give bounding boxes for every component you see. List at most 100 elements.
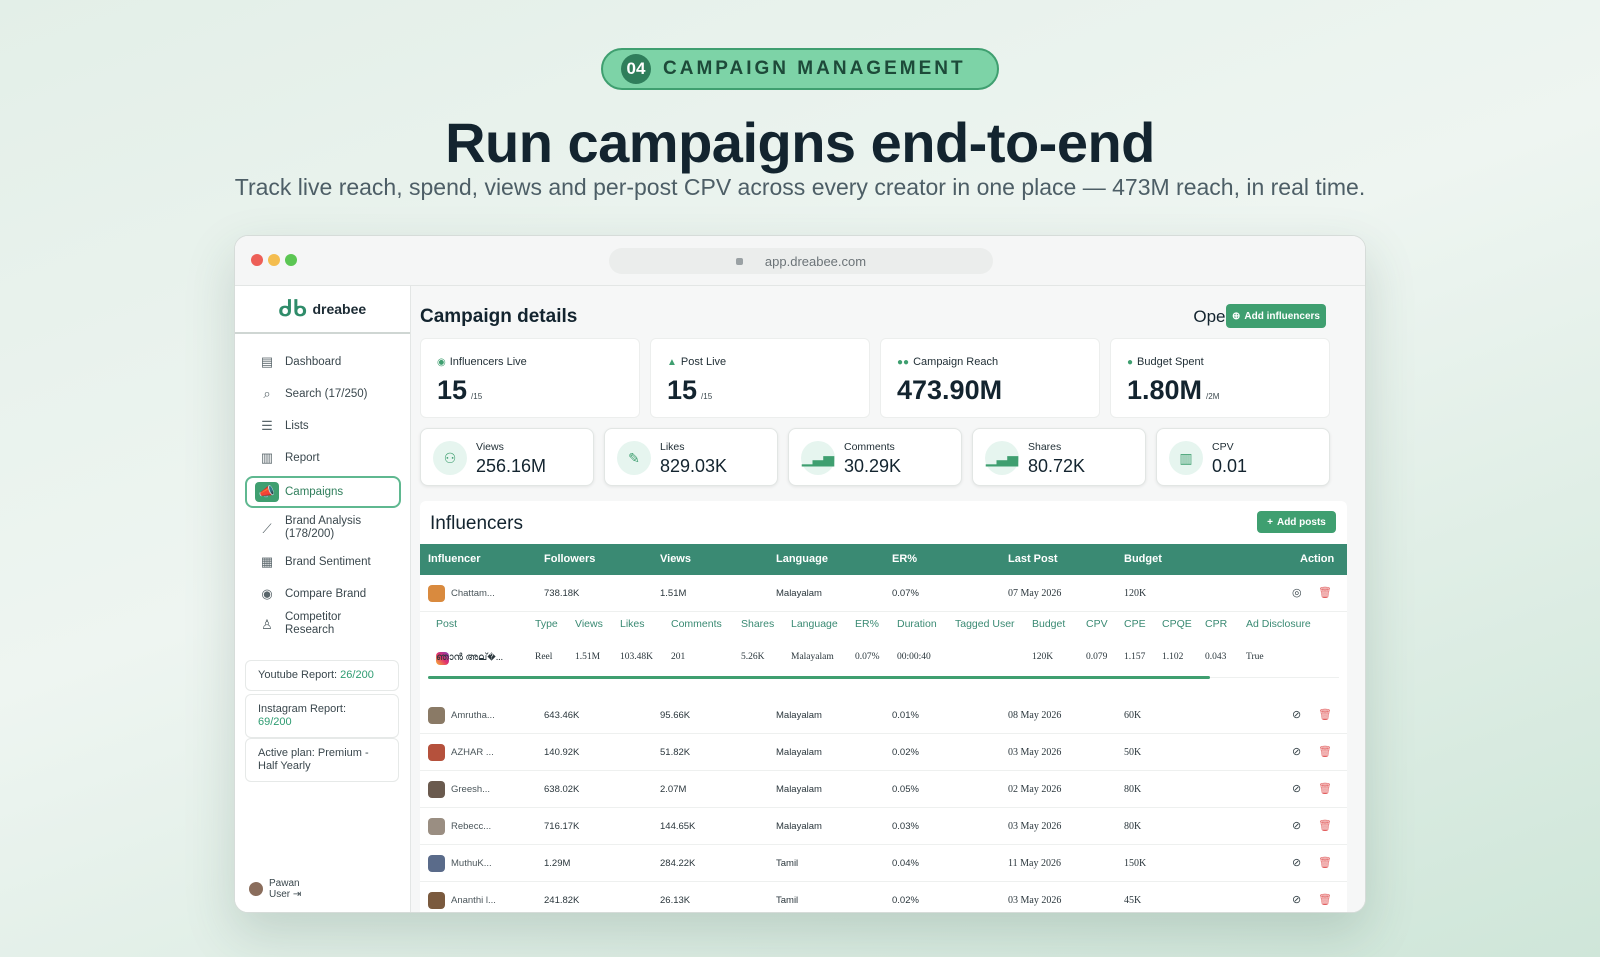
column-header[interactable]: Last Post xyxy=(1008,544,1058,575)
eye-off-icon[interactable]: ⊘ xyxy=(1292,882,1301,912)
stat-card-campaign-reach: ●● Campaign Reach 473.90M xyxy=(880,338,1100,418)
views-cell: 1.51M xyxy=(660,588,687,599)
budget-cell: 150K xyxy=(1124,858,1147,869)
metric-value: 30.29K xyxy=(844,456,902,476)
sidebar-item-competitor-research[interactable]: ♙ Competitor Research xyxy=(245,610,401,638)
column-header: Likes xyxy=(620,618,645,630)
views-cell: 26.13K xyxy=(660,895,691,906)
eye-off-icon[interactable]: ⊘ xyxy=(1292,845,1301,882)
metric-card-cpv: ▥ CPV 0.01 xyxy=(1156,428,1330,486)
app-logo[interactable]: ᑯᑲ dreabee xyxy=(235,286,410,334)
table-row[interactable]: Ananthi l... 241.82K 26.13K Tamil 0.02% … xyxy=(420,882,1347,912)
trash-icon[interactable]: 🗑 xyxy=(1318,845,1332,882)
sidebar-item-compare-brand[interactable]: ◉ Compare Brand xyxy=(245,582,401,606)
logout-icon[interactable]: ⇥ xyxy=(293,889,301,900)
column-header[interactable]: Language xyxy=(776,544,828,575)
stat-suffix: /15 xyxy=(471,392,483,401)
table-row[interactable]: MuthuK... 1.29M 284.22K Tamil 0.04% 11 M… xyxy=(420,845,1347,882)
sidebar-item-label: Brand Analysis (178/200) xyxy=(285,515,362,540)
lock-icon xyxy=(735,257,743,265)
sidebar-item-campaigns[interactable]: 📣 Campaigns xyxy=(245,476,401,508)
metric-label: Views xyxy=(476,441,504,453)
column-header[interactable]: ER% xyxy=(892,544,917,575)
close-window-dot[interactable] xyxy=(251,254,263,266)
dashboard-icon: ▤ xyxy=(260,354,274,369)
add-user-icon: ⊕ xyxy=(1232,310,1241,322)
avatar xyxy=(428,744,445,761)
post-row[interactable]: ഞാൻ അല്�... Reel 1.51M 103.48K 201 5.26K… xyxy=(428,652,1339,672)
trash-icon[interactable]: 🗑 xyxy=(1318,697,1332,734)
minimize-window-dot[interactable] xyxy=(268,254,280,266)
sidebar-item-dashboard[interactable]: ▤ Dashboard xyxy=(245,350,401,374)
post-cpr: 0.043 xyxy=(1205,652,1227,662)
sidebar-item-label: Competitor Research xyxy=(285,611,342,636)
sidebar-item-report[interactable]: ▥ Report xyxy=(245,446,401,470)
metric-card-shares: ▁▃▅ Shares 80.72K xyxy=(972,428,1146,486)
research-icon: ♙ xyxy=(261,616,273,632)
add-influencers-button[interactable]: ⊕ Add influencers xyxy=(1226,304,1326,328)
avatar xyxy=(428,818,445,835)
trash-icon[interactable]: 🗑 xyxy=(1318,734,1332,771)
maximize-window-dot[interactable] xyxy=(285,254,297,266)
sidebar-item-brand-sentiment[interactable]: ▦ Brand Sentiment xyxy=(245,550,401,574)
trash-icon[interactable]: 🗑 xyxy=(1318,808,1332,845)
post-shares: 5.26K xyxy=(741,652,765,662)
table-row[interactable]: Chattam... 738.18K 1.51M Malayalam 0.07%… xyxy=(420,575,1347,612)
column-header[interactable]: Views xyxy=(660,544,691,575)
trash-icon[interactable]: 🗑 xyxy=(1318,771,1332,808)
url-bar[interactable]: app.dreabee.com xyxy=(609,248,993,274)
followers-cell: 241.82K xyxy=(544,895,580,906)
column-header[interactable]: Influencer xyxy=(428,544,481,575)
er-cell: 0.03% xyxy=(892,821,919,832)
post-ad-disclosure: True xyxy=(1246,652,1264,662)
post-cpqe: 1.102 xyxy=(1162,652,1184,662)
sidebar-item-search[interactable]: ⌕ Search (17/250) xyxy=(245,382,401,406)
column-header[interactable]: Followers xyxy=(544,544,595,575)
user-profile[interactable]: Pawan User ⇥ xyxy=(249,878,301,900)
budget-cell: 80K xyxy=(1124,784,1142,795)
section-badge: 04 CAMPAIGN MANAGEMENT xyxy=(601,48,999,90)
trash-icon[interactable]: 🗑 xyxy=(1318,575,1332,612)
followers-cell: 140.92K xyxy=(544,747,580,758)
stat-card-post-live: ▲ Post Live 15/15 xyxy=(650,338,870,418)
add-posts-button[interactable]: + Add posts xyxy=(1257,511,1336,533)
metric-card-views: ⚇ Views 256.16M xyxy=(420,428,594,486)
table-row[interactable]: Greesh... 638.02K 2.07M Malayalam 0.05% … xyxy=(420,771,1347,808)
bar-chart-icon: ▁▃▅ xyxy=(985,441,1019,475)
eye-off-icon[interactable]: ⊘ xyxy=(1292,808,1301,845)
last-post-cell: 02 May 2026 xyxy=(1008,784,1062,795)
logo-icon: ᑯᑲ xyxy=(278,296,307,321)
post-title[interactable]: ഞാൻ അല്�... xyxy=(436,652,503,663)
eye-off-icon[interactable]: ⊘ xyxy=(1292,734,1301,771)
column-header: Post xyxy=(436,618,458,630)
table-row[interactable]: Amrutha... 643.46K 95.66K Malayalam 0.01… xyxy=(420,697,1347,734)
last-post-cell: 11 May 2026 xyxy=(1008,858,1061,869)
url-text: app.dreabee.com xyxy=(764,253,867,269)
plus-icon: + xyxy=(1267,516,1273,528)
add-posts-label: Add posts xyxy=(1276,516,1326,528)
column-header[interactable]: Budget xyxy=(1124,544,1162,575)
language-cell: Malayalam xyxy=(776,710,822,721)
followers-cell: 716.17K xyxy=(544,821,580,832)
eye-icon: ◉ xyxy=(437,356,446,368)
trash-icon[interactable]: 🗑 xyxy=(1318,882,1332,912)
avatar xyxy=(428,585,445,602)
budget-cell: 60K xyxy=(1124,710,1142,721)
horizontal-scrollbar[interactable] xyxy=(428,676,1210,679)
hero-subtitle: Track live reach, spend, views and per-p… xyxy=(234,174,1366,200)
language-cell: Malayalam xyxy=(776,821,822,832)
sidebar-item-brand-analysis[interactable]: ⟋ Brand Analysis (178/200) xyxy=(245,514,401,542)
influencer-name: MuthuK... xyxy=(451,858,492,869)
followers-cell: 643.46K xyxy=(544,710,580,721)
table-row[interactable]: AZHAR ... 140.92K 51.82K Malayalam 0.02%… xyxy=(420,734,1347,771)
eye-off-icon[interactable]: ⊘ xyxy=(1292,771,1301,808)
table-row[interactable]: Rebecc... 716.17K 144.65K Malayalam 0.03… xyxy=(420,808,1347,845)
sidebar-item-lists[interactable]: ☰ Lists xyxy=(245,414,401,438)
eye-icon[interactable]: ◎ xyxy=(1292,575,1302,612)
post-language: Malayalam xyxy=(791,652,834,662)
eye-off-icon[interactable]: ⊘ xyxy=(1292,697,1301,734)
post-budget: 120K xyxy=(1032,652,1054,662)
column-header: ER% xyxy=(855,618,879,630)
bar-chart-icon: ▁▃▅ xyxy=(801,441,835,475)
views-cell: 95.66K xyxy=(660,710,691,721)
